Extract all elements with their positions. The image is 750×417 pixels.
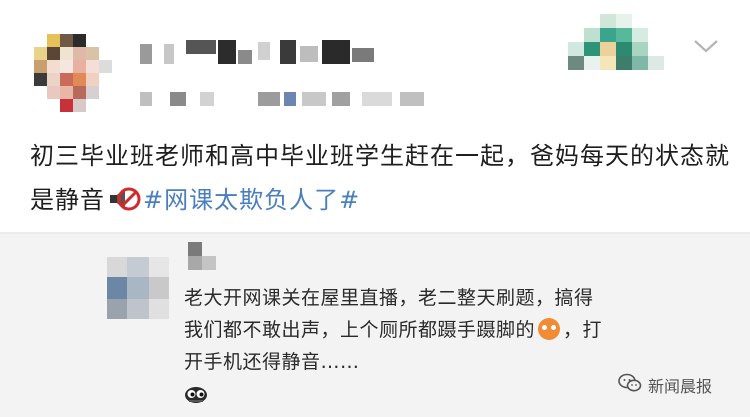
weibo-post-card: 初三毕业班老师和高中毕业班学生赶在一起，爸妈每天的状态就是静音 #网课太欺负人了… bbox=[0, 0, 750, 417]
decoration-badge-blurred bbox=[564, 14, 664, 76]
flushed-face-icon bbox=[538, 318, 561, 340]
source-watermark: 新闻晨报 bbox=[618, 372, 712, 398]
repost-user-avatar[interactable] bbox=[107, 257, 169, 319]
post-text: 初三毕业班老师和高中毕业班学生赶在一起，爸妈每天的状态就是静音 #网课太欺负人了… bbox=[30, 134, 730, 222]
peeking-eyes-icon bbox=[184, 382, 208, 403]
hashtag-link[interactable]: #网课太欺负人了# bbox=[143, 186, 360, 214]
user-avatar[interactable] bbox=[34, 34, 112, 112]
reposted-card[interactable]: 老大开网课关在屋里直播，老二整天刷题，搞得我们都不敢出声，上个厕所都蹑手蹑脚的，… bbox=[0, 232, 750, 417]
mute-speaker-icon bbox=[107, 183, 141, 211]
repost-text: 老大开网课关在屋里直播，老二整天刷题，搞得我们都不敢出声，上个厕所都蹑手蹑脚的，… bbox=[184, 282, 604, 410]
wechat-icon bbox=[618, 373, 642, 397]
watermark-text: 新闻晨报 bbox=[648, 377, 713, 396]
repost-text-part1: 老大开网课关在屋里直播，老二整天刷题，搞得我们都不敢出声，上个厕所都蹑手蹑脚的 bbox=[184, 287, 594, 341]
repost-username-blurred[interactable] bbox=[188, 242, 228, 272]
username-blurred[interactable] bbox=[140, 40, 390, 68]
post-meta-blurred bbox=[140, 88, 440, 110]
divider bbox=[0, 232, 750, 234]
chevron-down-icon[interactable] bbox=[692, 38, 720, 58]
